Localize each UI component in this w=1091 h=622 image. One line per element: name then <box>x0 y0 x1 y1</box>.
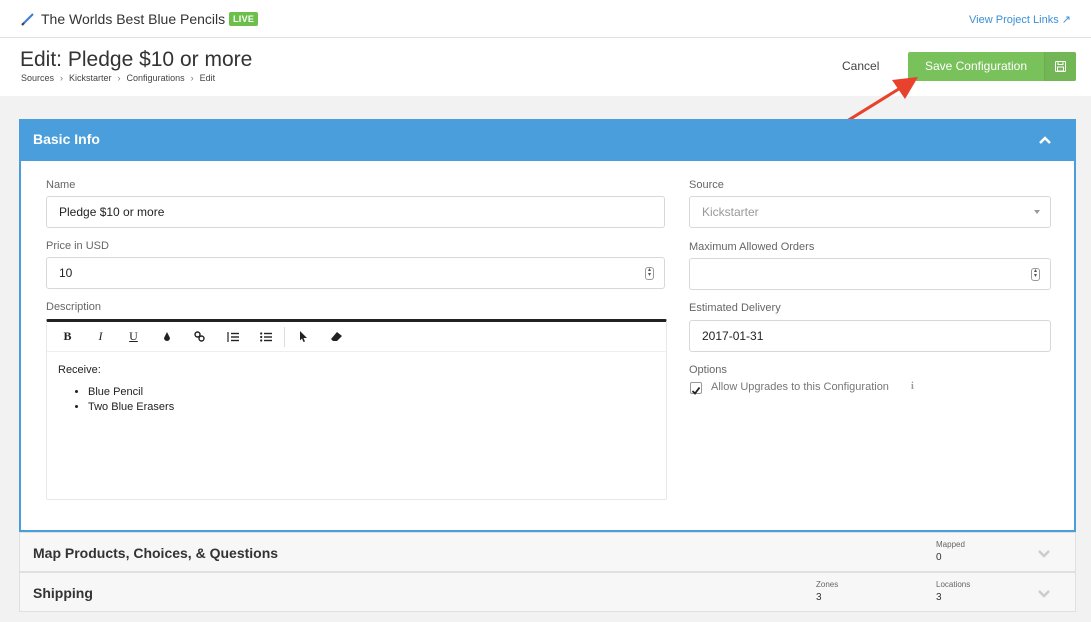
number-stepper-icon[interactable]: ▴ ▾ <box>1031 268 1040 281</box>
mapped-stat: Mapped 0 <box>936 540 965 563</box>
allow-upgrades-checkbox[interactable] <box>690 382 702 395</box>
breadcrumb-sources[interactable]: Sources <box>21 73 54 83</box>
price-label: Price in USD <box>46 240 109 252</box>
source-select[interactable]: Kickstarter <box>689 196 1051 228</box>
pencil-icon <box>21 13 34 26</box>
source-label: Source <box>689 179 724 191</box>
live-status-badge: LIVE <box>229 12 259 26</box>
locations-stat: Locations 3 <box>936 580 970 603</box>
price-value: 10 <box>59 266 73 280</box>
mapped-value: 0 <box>936 552 942 563</box>
top-bar: The Worlds Best Blue Pencils LIVE View P… <box>0 0 1091 38</box>
breadcrumb-edit: Edit <box>199 73 216 83</box>
underline-button[interactable]: U <box>117 322 150 352</box>
chevron-down-icon <box>1034 210 1040 214</box>
list-item: Two Blue Erasers <box>88 400 655 415</box>
floppy-disk-icon <box>1044 52 1076 81</box>
name-label: Name <box>46 179 76 191</box>
info-icon[interactable]: i <box>911 381 914 392</box>
toolbar-divider <box>284 326 285 347</box>
locations-label: Locations <box>936 580 971 589</box>
page-header: Edit: Pledge $10 or more Sources › Kicks… <box>0 38 1091 96</box>
checkmark-icon <box>691 386 701 395</box>
shipping-title: Shipping <box>33 585 93 601</box>
allow-upgrades-label[interactable]: Allow Upgrades to this Configuration <box>711 381 889 393</box>
source-value: Kickstarter <box>702 205 759 219</box>
list-item: Blue Pencil <box>88 385 655 400</box>
color-drop-icon[interactable] <box>150 322 183 352</box>
breadcrumb-separator: › <box>117 73 121 83</box>
page-title: Edit: Pledge $10 or more <box>20 48 253 71</box>
chevron-down-icon[interactable] <box>1037 586 1051 600</box>
breadcrumb-separator: › <box>190 73 194 83</box>
basic-info-panel: Basic Info Name Pledge $10 or more Price… <box>19 119 1076 532</box>
breadcrumb-separator: › <box>60 73 64 83</box>
link-icon[interactable] <box>183 322 216 352</box>
options-label: Options <box>689 364 727 376</box>
project-title: The Worlds Best Blue Pencils <box>41 11 226 27</box>
save-configuration-button[interactable]: Save Configuration <box>908 52 1076 81</box>
name-input[interactable]: Pledge $10 or more <box>46 196 665 228</box>
description-intro: Receive: <box>58 364 101 376</box>
italic-button[interactable]: I <box>84 322 117 352</box>
editor-toolbar: B I U <box>47 322 666 352</box>
editor-content[interactable]: Receive: Blue Pencil Two Blue Erasers <box>47 352 666 427</box>
chevron-up-icon[interactable] <box>1038 133 1052 147</box>
locations-value: 3 <box>936 592 942 603</box>
unordered-list-icon[interactable] <box>249 322 282 352</box>
cursor-select-icon[interactable] <box>287 322 320 352</box>
delivery-label: Estimated Delivery <box>689 302 781 314</box>
shipping-section[interactable]: Shipping Zones 3 Locations 3 <box>19 572 1076 612</box>
breadcrumb-kickstarter[interactable]: Kickstarter <box>69 73 112 83</box>
number-stepper-icon[interactable]: ▴ ▾ <box>645 267 654 280</box>
map-products-title: Map Products, Choices, & Questions <box>33 545 279 561</box>
breadcrumb: Sources › Kickstarter › Configurations ›… <box>21 73 215 83</box>
eraser-icon[interactable] <box>320 322 353 352</box>
zones-value: 3 <box>816 592 822 603</box>
breadcrumb-configurations[interactable]: Configurations <box>127 73 185 83</box>
cancel-button[interactable]: Cancel <box>842 59 879 73</box>
max-orders-input[interactable]: ▴ ▾ <box>689 258 1051 290</box>
basic-info-title: Basic Info <box>33 131 100 147</box>
description-label: Description <box>46 301 102 313</box>
estimated-delivery-input[interactable]: 2017-01-31 <box>689 320 1051 352</box>
max-orders-label: Maximum Allowed Orders <box>689 241 815 253</box>
zones-label: Zones <box>816 580 839 589</box>
map-products-section[interactable]: Map Products, Choices, & Questions Mappe… <box>19 532 1076 572</box>
save-button-label: Save Configuration <box>924 59 1028 73</box>
mapped-label: Mapped <box>936 540 965 549</box>
ordered-list-icon[interactable] <box>216 322 249 352</box>
chevron-down-icon[interactable] <box>1037 546 1051 560</box>
description-list: Blue Pencil Two Blue Erasers <box>88 385 655 415</box>
basic-info-header[interactable]: Basic Info <box>19 119 1076 161</box>
description-editor[interactable]: B I U Receive: • Blue Pencil • Two Blue … <box>46 319 667 500</box>
zones-stat: Zones 3 <box>816 580 838 603</box>
view-project-links-link[interactable]: View Project Links ↗ <box>969 13 1071 26</box>
price-input[interactable]: 10 ▴ ▾ <box>46 257 665 289</box>
bold-button[interactable]: B <box>51 322 84 352</box>
